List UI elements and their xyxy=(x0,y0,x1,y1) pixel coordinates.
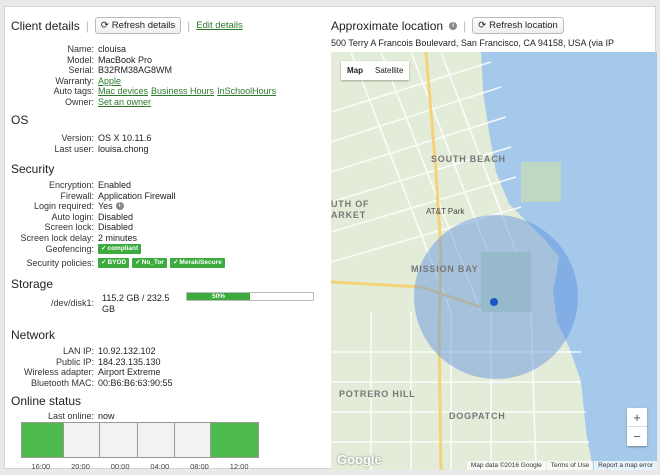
tab-satellite[interactable]: Satellite xyxy=(369,61,409,80)
refresh-location-button[interactable]: ⟳ Refresh location xyxy=(472,17,564,34)
field-last-online: Last online: now xyxy=(47,411,115,421)
check-icon: ✓ xyxy=(101,245,107,253)
timeline-tick: 04:00 xyxy=(150,462,170,471)
refresh-icon: ⟳ xyxy=(478,20,487,31)
field-model: Model: MacBook Pro xyxy=(66,54,153,65)
map-type-tabs: Map Satellite xyxy=(341,61,410,80)
timeline-segment-online xyxy=(210,423,258,457)
network-section-title: Network xyxy=(11,328,56,342)
field-login-required: Login required: Yes i xyxy=(5,201,325,212)
timeline-segment-offline xyxy=(99,423,138,457)
field-security-policies: Security policies: ✓ BYOD ✓ No_Tor ✓ Meraki… xyxy=(5,258,325,269)
info-icon[interactable]: i xyxy=(115,202,124,211)
field-firewall: Firewall: Application Firewall xyxy=(60,190,176,201)
field-warranty: Warranty: Apple xyxy=(55,75,122,87)
field-wireless-adapter: Wireless adapter: Airport Extreme xyxy=(23,367,161,377)
check-icon: ✓ xyxy=(101,259,107,267)
warranty-link[interactable]: Apple xyxy=(98,76,121,87)
security-section-title: Security xyxy=(11,162,55,176)
terms-link[interactable]: Terms of Use xyxy=(546,461,594,470)
tag-link-business-hours[interactable]: Business Hours xyxy=(151,86,214,97)
policy-badge-no-tor[interactable]: ✓ No_Tor xyxy=(132,258,167,269)
timeline-tick: 00:00 xyxy=(110,462,130,471)
timeline-tick: 12:00 xyxy=(229,462,249,471)
field-geofencing: Geofencing: ✓ compliant xyxy=(5,244,325,255)
timeline-tick: 20:00 xyxy=(71,462,90,471)
disk-usage-fill: 50% xyxy=(187,293,250,300)
set-owner-link[interactable]: Set an owner xyxy=(98,97,151,108)
field-bluetooth-mac: Bluetooth MAC: 00:B6:B6:63:90:55 xyxy=(30,377,173,388)
disk-usage-bar: 50% xyxy=(186,292,314,301)
field-screen-lock: Screen lock: Disabled xyxy=(44,222,134,232)
os-section-title: OS xyxy=(11,113,29,127)
field-owner: Owner: Set an owner xyxy=(64,96,152,108)
client-details-column: Client details | ⟳ Refresh details | Edi… xyxy=(5,7,325,471)
timeline-segment-offline xyxy=(137,423,176,457)
refresh-icon: ⟳ xyxy=(100,20,109,31)
timeline-ticks: 16:00 20:00 00:00 04:00 08:00 12:00 xyxy=(21,462,259,471)
geofencing-badge: ✓ compliant xyxy=(98,244,142,255)
field-screen-lock-delay: Screen lock delay: 2 minutes xyxy=(20,232,138,243)
divider: | xyxy=(463,18,467,33)
report-error-link[interactable]: Report a map error xyxy=(594,461,657,470)
storage-section-title: Storage xyxy=(11,277,54,291)
map-label-mission-bay: MISSION BAY xyxy=(411,264,478,274)
field-last-user: Last user: louisa.chong xyxy=(54,143,149,154)
zoom-out-button[interactable]: − xyxy=(627,427,647,446)
check-icon: ✓ xyxy=(172,259,179,267)
tag-link-mac-devices[interactable]: Mac devices xyxy=(98,86,148,97)
field-serial: Serial: B32RM38AG8WM xyxy=(68,65,173,75)
field-name: Name: clouisa xyxy=(67,44,127,54)
location-column: Approximate location i | ⟳ Refresh locat… xyxy=(331,7,657,470)
location-title: Approximate location xyxy=(331,18,444,33)
google-logo: Google xyxy=(337,452,382,467)
map-label-dogpatch: DOGPATCH xyxy=(449,411,506,421)
tab-map[interactable]: Map xyxy=(341,61,369,80)
client-details-header: Client details | ⟳ Refresh details | Edi… xyxy=(11,17,243,34)
field-auto-tags: Auto tags: Mac devices Business Hours In… xyxy=(53,86,277,97)
timeline-tick: 08:00 xyxy=(190,462,209,471)
field-encryption: Encryption: Enabled xyxy=(48,180,132,190)
map-label-south-beach: SOUTH BEACH xyxy=(431,154,506,164)
map-label-south-of-market-1: UTH OF xyxy=(331,199,369,209)
field-auto-login: Auto login: Disabled xyxy=(51,211,134,222)
timeline-tick: 16:00 xyxy=(31,462,51,471)
policy-badge-merakisecure[interactable]: ✓ MerakiSecure xyxy=(169,258,225,269)
location-header: Approximate location i | ⟳ Refresh locat… xyxy=(331,17,564,34)
timeline-segment-offline xyxy=(175,423,211,457)
divider: | xyxy=(187,18,191,33)
location-address: 500 Terry A Francois Boulevard, San Fran… xyxy=(331,38,614,48)
map-label-potrero-hill: POTRERO HILL xyxy=(339,389,416,399)
field-public-ip: Public IP: 184.23.135.130 xyxy=(55,356,161,367)
refresh-details-label: Refresh details xyxy=(111,20,176,31)
client-details-panel: Client details | ⟳ Refresh details | Edi… xyxy=(4,6,657,471)
disk-usage-text: 115.2 GB / 232.5 GB xyxy=(102,293,170,314)
timeline-segment-offline xyxy=(64,423,100,457)
online-status-section-title: Online status xyxy=(11,394,82,408)
client-details-title: Client details xyxy=(11,18,80,33)
field-version: Version: OS X 10.11.6 xyxy=(61,133,152,143)
policy-badge-byod[interactable]: ✓ BYOD xyxy=(98,258,130,269)
map-data-text: Map data ©2016 Google xyxy=(466,461,546,470)
check-icon: ✓ xyxy=(135,259,141,267)
refresh-details-button[interactable]: ⟳ Refresh details xyxy=(94,17,182,34)
map-footer: Map data ©2016 Google Terms of Use Repor… xyxy=(466,461,657,470)
divider: | xyxy=(85,18,89,33)
tag-link-inschoolhours[interactable]: InSchoolHours xyxy=(217,86,276,97)
info-icon[interactable]: i xyxy=(449,21,458,30)
map-canvas: SOUTH BEACH AT&T Park MISSION BAY POTRER… xyxy=(331,52,657,470)
zoom-in-button[interactable]: + xyxy=(627,408,647,427)
field-lan-ip: LAN IP: 10.92.132.102 xyxy=(62,346,156,356)
online-timeline xyxy=(21,422,259,458)
zoom-controls: + − xyxy=(627,408,647,446)
map-label-att-park: AT&T Park xyxy=(426,207,465,216)
map-label-south-of-market-2: ARKET xyxy=(331,210,366,220)
edit-details-link[interactable]: Edit details xyxy=(196,20,242,31)
location-map[interactable]: SOUTH BEACH AT&T Park MISSION BAY POTRER… xyxy=(331,52,657,470)
refresh-location-label: Refresh location xyxy=(489,20,558,31)
timeline-segment-online xyxy=(22,423,65,457)
